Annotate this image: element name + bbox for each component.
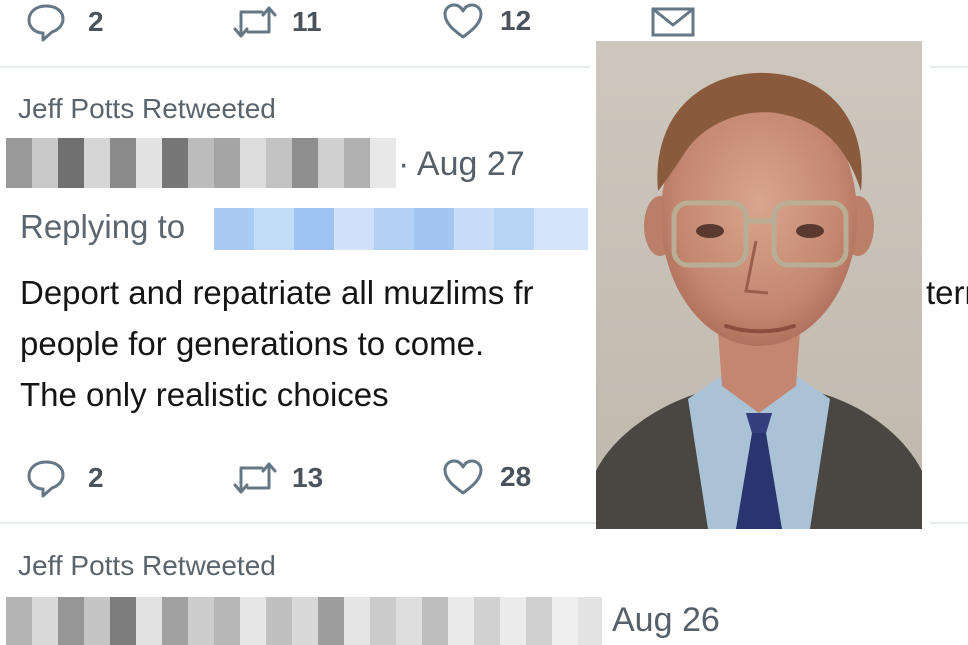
retweeted-by-label: Jeff Potts Retweeted — [18, 550, 276, 581]
heart-icon — [443, 459, 483, 495]
reply-action[interactable]: 2 — [26, 458, 104, 498]
reply-count: 2 — [88, 462, 104, 493]
retweet-icon — [233, 6, 277, 38]
message-action-top[interactable] — [650, 6, 696, 38]
reply-action-top[interactable]: 2 — [26, 2, 104, 42]
tweet-divider — [0, 522, 596, 524]
tweet-text-line: Deport and repatriate all muzlims fr — [20, 274, 534, 311]
retweet-action[interactable]: 13 — [232, 458, 323, 498]
tweet-text-line: people for generations to come. — [20, 325, 485, 362]
reply-icon — [27, 4, 65, 42]
tweet-date[interactable]: · Aug 27 — [398, 145, 525, 184]
blurred-username[interactable] — [6, 597, 602, 645]
tweet-date[interactable]: Aug 26 — [612, 601, 720, 640]
retweet-count: 11 — [292, 6, 322, 37]
envelope-icon — [651, 7, 695, 37]
retweet-icon — [233, 462, 277, 494]
tweet-text-fragment: tern — [926, 274, 968, 311]
retweeted-by-label: Jeff Potts Retweeted — [18, 93, 276, 124]
like-count: 28 — [500, 461, 532, 492]
like-action[interactable]: 28 — [442, 458, 531, 496]
blurred-mention[interactable] — [214, 208, 588, 250]
tweet-text-line: The only realistic choices — [20, 376, 389, 413]
reply-count: 2 — [88, 6, 104, 37]
blurred-username[interactable] — [6, 138, 396, 188]
like-count: 12 — [500, 5, 532, 36]
tweet-divider — [0, 66, 590, 68]
heart-icon — [443, 3, 483, 39]
tweet-divider — [930, 522, 968, 524]
replying-to-label: Replying to — [20, 208, 186, 245]
retweet-count: 13 — [292, 462, 324, 493]
like-action-top[interactable]: 12 — [442, 2, 531, 40]
portrait-photo — [596, 41, 922, 529]
tweet-divider — [930, 66, 968, 68]
retweet-action-top[interactable]: 11 — [232, 2, 322, 42]
reply-icon — [27, 460, 65, 498]
